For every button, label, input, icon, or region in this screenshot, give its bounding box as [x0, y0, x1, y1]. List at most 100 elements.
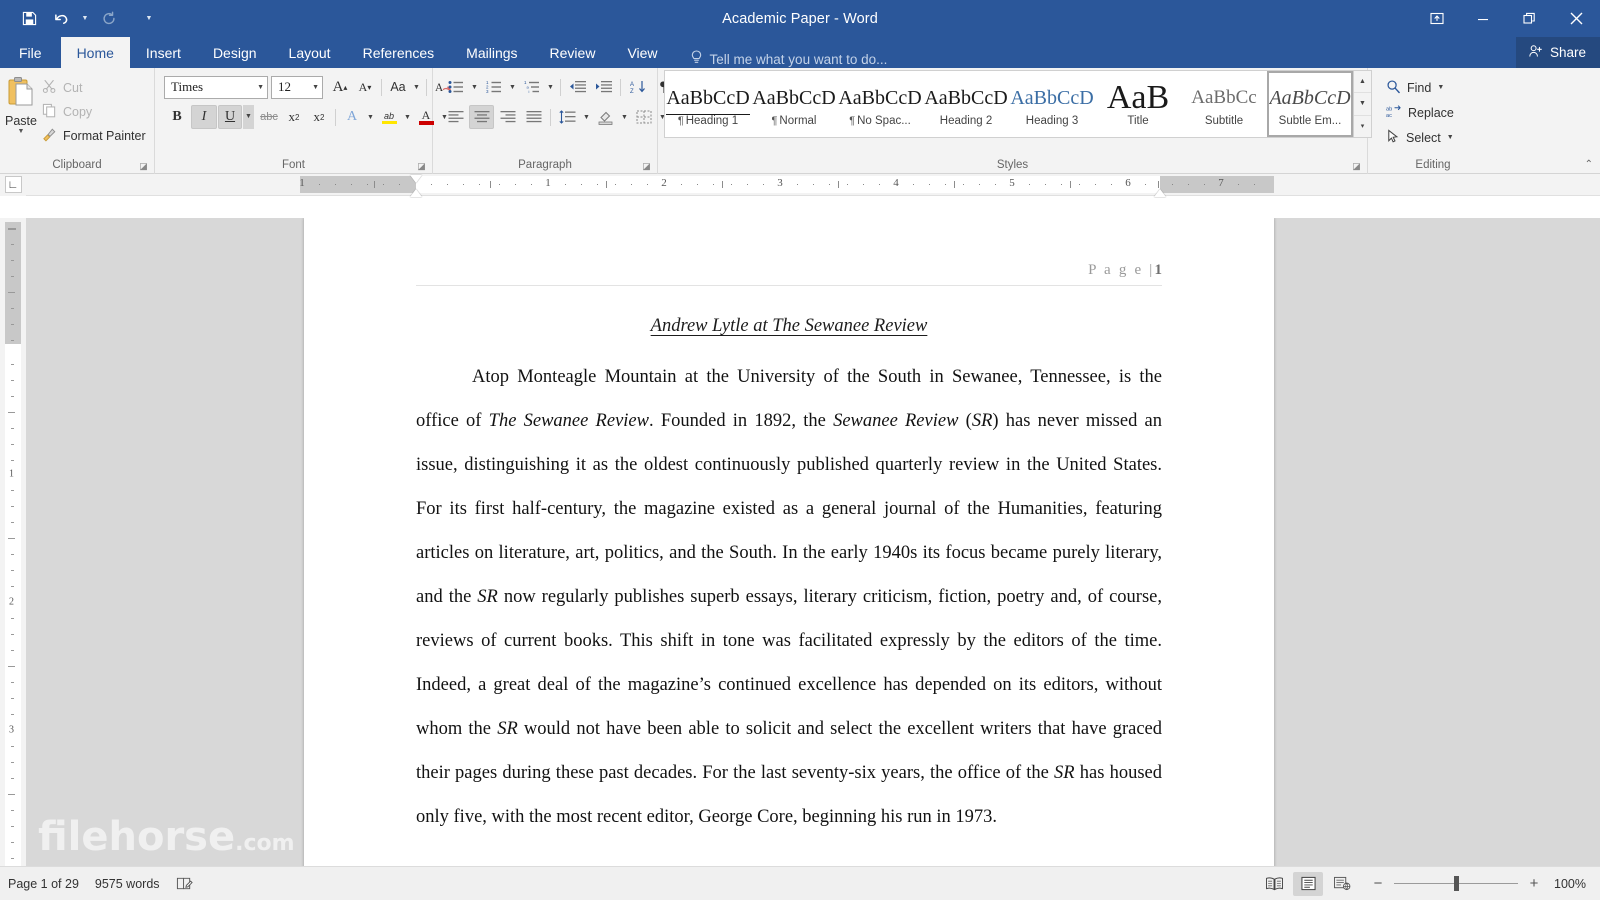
superscript-button[interactable]: x2 [307, 105, 331, 129]
minimize-button[interactable] [1460, 0, 1506, 37]
close-button[interactable] [1552, 0, 1600, 37]
font-name-combo[interactable]: Times ▼ [164, 75, 268, 99]
proofing-errors-icon[interactable] [176, 876, 193, 891]
word-count[interactable]: 9575 words [95, 877, 160, 891]
subscript-button[interactable]: x2 [282, 105, 306, 129]
style-title[interactable]: AaB Title [1095, 71, 1181, 137]
find-caret-icon[interactable]: ▼ [1437, 84, 1444, 91]
multilevel-list-button[interactable]: 1 a i [519, 75, 544, 99]
numbering-caret-icon[interactable]: ▼ [507, 84, 518, 91]
tab-review[interactable]: Review [534, 37, 612, 68]
print-layout-button[interactable] [1293, 871, 1323, 896]
underline-button[interactable]: U [218, 105, 242, 129]
text-highlight-color-button[interactable]: ab [377, 105, 401, 129]
tab-layout[interactable]: Layout [273, 37, 347, 68]
collapse-ribbon-icon[interactable]: ⌃ [1585, 159, 1593, 170]
web-layout-button[interactable] [1327, 872, 1357, 896]
font-size-combo[interactable]: 12 ▼ [271, 75, 323, 99]
cut-button[interactable]: Cut [37, 77, 151, 99]
tell-me-search[interactable]: Tell me what you want to do... [690, 50, 887, 68]
clipboard-dialog-launcher[interactable]: ◪ [138, 161, 149, 172]
shrink-font-button[interactable]: A ▾ [353, 75, 377, 99]
style-heading-1[interactable]: AaBbCcD ¶ Heading 1 [665, 71, 751, 137]
tab-insert[interactable]: Insert [130, 37, 197, 68]
zoom-in-button[interactable]: + [1527, 875, 1541, 892]
style-heading-3[interactable]: AaBbCcD Heading 3 [1009, 71, 1095, 137]
italic-button[interactable]: I [191, 105, 217, 129]
align-right-button[interactable] [495, 105, 520, 129]
shading-caret-icon[interactable]: ▼ [619, 114, 630, 121]
style-heading-2[interactable]: AaBbCcD Heading 2 [923, 71, 1009, 137]
hanging-indent-marker[interactable] [410, 189, 422, 197]
highlight-caret-icon[interactable]: ▼ [402, 114, 413, 121]
strikethrough-button[interactable]: abc [257, 105, 281, 129]
tab-home[interactable]: Home [60, 37, 130, 68]
paste-dropdown-icon[interactable]: ▼ [18, 128, 25, 135]
document-page[interactable]: P a g e |1 Andrew Lytle at The Sewanee R… [304, 218, 1274, 866]
restore-button[interactable] [1506, 0, 1552, 37]
text-effects-button[interactable]: A [340, 105, 364, 129]
tab-file[interactable]: File [0, 37, 61, 68]
svg-text:3: 3 [486, 89, 489, 94]
read-mode-button[interactable] [1259, 872, 1289, 896]
document-canvas[interactable]: P a g e |1 Andrew Lytle at The Sewanee R… [26, 218, 1600, 866]
page-indicator[interactable]: Page 1 of 29 [8, 877, 79, 891]
undo-button[interactable] [46, 6, 76, 32]
customize-qat-icon[interactable]: ▼ [142, 6, 156, 32]
first-line-indent-marker[interactable] [410, 175, 422, 183]
numbering-button[interactable]: 1 2 3 [481, 75, 506, 99]
tab-design[interactable]: Design [197, 37, 273, 68]
bold-button[interactable]: B [164, 105, 190, 129]
zoom-out-button[interactable]: − [1371, 875, 1385, 892]
styles-dialog-launcher[interactable]: ◪ [1351, 161, 1362, 172]
shading-button[interactable] [593, 105, 618, 129]
style-normal[interactable]: AaBbCcD ¶ Normal [751, 71, 837, 137]
tab-references[interactable]: References [347, 37, 451, 68]
redo-button[interactable] [94, 6, 124, 32]
grow-font-button[interactable]: A ▴ [328, 75, 352, 99]
ribbon-display-options-button[interactable] [1414, 0, 1460, 37]
select-caret-icon[interactable]: ▼ [1447, 134, 1454, 141]
line-spacing-button[interactable] [555, 105, 580, 129]
multilevel-caret-icon[interactable]: ▼ [545, 84, 556, 91]
align-left-button[interactable] [443, 105, 468, 129]
decrease-indent-button[interactable] [565, 75, 590, 99]
bullets-button[interactable] [443, 75, 468, 99]
select-button[interactable]: Select ▼ [1381, 126, 1459, 149]
right-indent-marker[interactable] [1154, 189, 1166, 197]
save-button[interactable] [14, 6, 44, 32]
change-case-button[interactable]: Aa [386, 75, 410, 99]
tab-stop-selector-button[interactable]: ∟ [0, 173, 26, 196]
zoom-level-label[interactable]: 100% [1550, 877, 1592, 891]
borders-button[interactable] [631, 105, 656, 129]
font-name-caret-icon[interactable]: ▼ [257, 84, 264, 91]
paste-button[interactable]: Paste ▼ [5, 73, 37, 135]
underline-caret-icon[interactable]: ▼ [243, 105, 254, 129]
increase-indent-button[interactable] [591, 75, 616, 99]
paragraph-dialog-launcher[interactable]: ◪ [641, 161, 652, 172]
change-case-caret-icon[interactable]: ▼ [411, 84, 422, 91]
bullets-caret-icon[interactable]: ▼ [469, 84, 480, 91]
style-subtitle[interactable]: AaBbCc Subtitle [1181, 71, 1267, 137]
document-paragraph[interactable]: Atop Monteagle Mountain at the Universit… [416, 355, 1162, 839]
format-painter-label: Format Painter [62, 129, 146, 143]
line-spacing-caret-icon[interactable]: ▼ [581, 114, 592, 121]
sort-button[interactable]: A Z [625, 75, 650, 99]
style-subtle-emphasis[interactable]: AaBbCcD Subtle Em... [1267, 71, 1353, 137]
align-center-button[interactable] [469, 105, 494, 129]
font-dialog-launcher[interactable]: ◪ [416, 161, 427, 172]
replace-button[interactable]: ab ac Replace [1381, 101, 1459, 124]
find-button[interactable]: Find ▼ [1381, 76, 1459, 99]
zoom-slider[interactable] [1394, 876, 1518, 891]
style-no-spacing[interactable]: AaBbCcD ¶ No Spac... [837, 71, 923, 137]
justify-button[interactable] [521, 105, 546, 129]
share-button[interactable]: Share [1515, 37, 1600, 68]
copy-button[interactable]: Copy [37, 101, 151, 123]
format-painter-button[interactable]: Format Painter [37, 125, 151, 147]
zoom-slider-thumb[interactable] [1454, 876, 1459, 891]
text-effects-caret-icon[interactable]: ▼ [365, 114, 376, 121]
undo-dropdown-icon[interactable]: ▼ [78, 6, 92, 32]
tab-mailings[interactable]: Mailings [450, 37, 533, 68]
tab-view[interactable]: View [611, 37, 673, 68]
font-size-caret-icon[interactable]: ▼ [312, 84, 319, 91]
